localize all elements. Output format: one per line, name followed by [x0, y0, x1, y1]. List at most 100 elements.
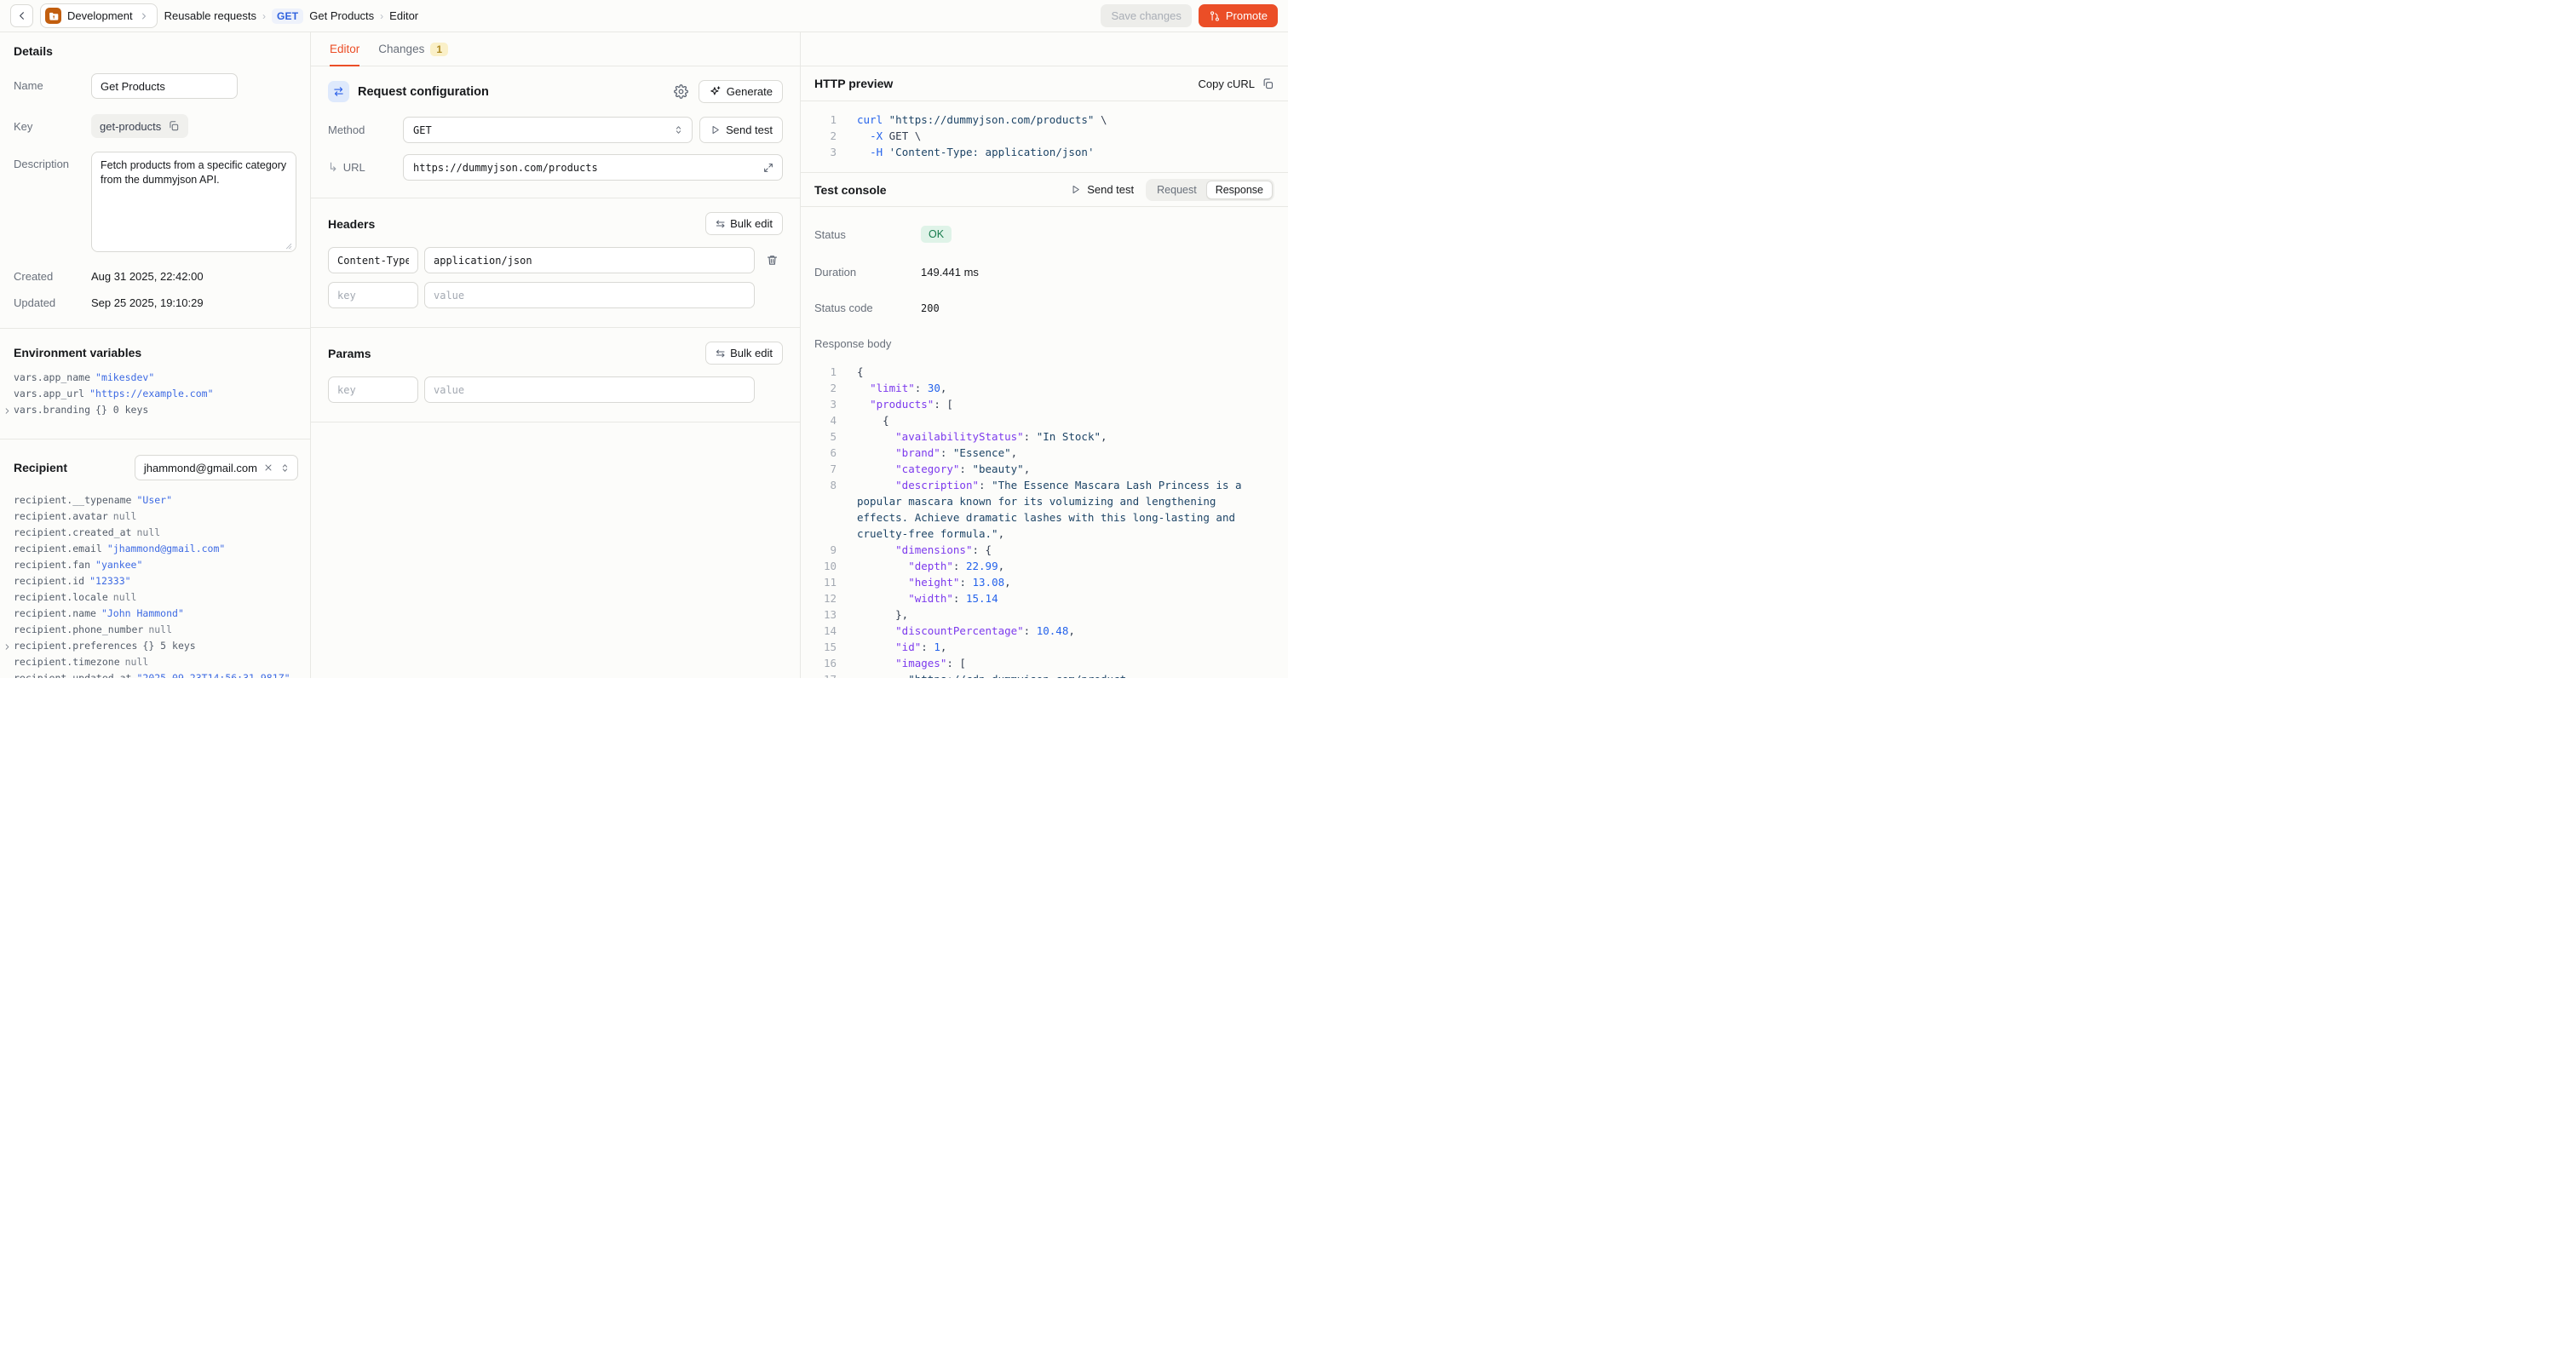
recipient-field-value: null	[148, 623, 172, 635]
status-code-value: 200	[921, 302, 940, 314]
env-var-value: "mikesdev"	[95, 371, 154, 383]
recipient-field-key: recipient.locale	[14, 591, 108, 603]
line-number: 16	[814, 655, 837, 671]
recipient-field-key: recipient.timezone	[14, 656, 120, 668]
header-value-input[interactable]	[424, 247, 755, 273]
headers-bulk-edit-button[interactable]: ⇆ Bulk edit	[705, 212, 783, 235]
tab-editor[interactable]: Editor	[330, 32, 359, 66]
top-bar-actions: Save changes Promote	[1101, 4, 1278, 27]
recipient-field-row: recipient.avatar null	[0, 510, 310, 526]
params-header: Params ⇆ Bulk edit	[328, 342, 783, 365]
params-bulk-edit-button[interactable]: ⇆ Bulk edit	[705, 342, 783, 365]
url-input[interactable]: https://dummyjson.com/products	[403, 154, 783, 181]
code-line: 5 "availabilityStatus": "In Stock",	[814, 428, 1254, 445]
generate-button[interactable]: Generate	[699, 80, 783, 103]
code-line: 12 "width": 15.14	[814, 590, 1254, 606]
project-switcher[interactable]: Development	[40, 3, 158, 28]
recipient-field-key: recipient.name	[14, 607, 96, 619]
line-number: 4	[814, 412, 837, 428]
expand-icon	[762, 162, 774, 174]
promote-button[interactable]: Promote	[1199, 4, 1278, 27]
recipient-field-value: "yankee"	[95, 559, 142, 571]
settings-button[interactable]	[674, 84, 688, 99]
main-layout: Details Name Key get-products Descriptio…	[0, 32, 1288, 678]
divider	[0, 328, 310, 329]
recipient-select[interactable]: jhammond@gmail.com	[135, 455, 298, 480]
code-line: 3 -H 'Content-Type: application/json'	[814, 144, 1254, 160]
code-line: 10 "depth": 22.99,	[814, 558, 1254, 574]
trash-icon	[766, 254, 779, 267]
copy-curl-button[interactable]: Copy cURL	[1199, 78, 1274, 90]
code-line: 4 {	[814, 412, 1254, 428]
response-tab[interactable]: Response	[1206, 181, 1273, 199]
line-number: 8	[814, 477, 837, 542]
status-badge: OK	[921, 226, 952, 243]
line-content: curl "https://dummyjson.com/products" \	[857, 112, 1254, 128]
header-row	[328, 247, 783, 273]
line-content: "category": "beauty",	[857, 461, 1254, 477]
breadcrumb-editor: Editor	[389, 9, 418, 22]
env-var-value: "https://example.com"	[89, 388, 213, 399]
updated-value: Sep 25 2025, 19:10:29	[91, 296, 204, 309]
chevron-right-icon: ›	[380, 10, 383, 22]
env-vars-title: Environment variables	[0, 346, 310, 359]
line-content: "description": "The Essence Mascara Lash…	[857, 477, 1254, 542]
top-bar: Development Reusable requests › GET Get …	[0, 0, 1288, 32]
description-wrap: Fetch products from a specific category …	[91, 152, 296, 255]
request-response-toggle: Request Response	[1146, 179, 1274, 201]
line-content: "height": 13.08,	[857, 574, 1254, 590]
recipient-field-value: "jhammond@gmail.com"	[107, 543, 225, 554]
breadcrumb-get-products[interactable]: Get Products	[309, 9, 374, 22]
breadcrumb-reusable-requests[interactable]: Reusable requests	[164, 9, 256, 22]
recipient-title: Recipient	[14, 461, 67, 474]
param-value-input[interactable]	[424, 376, 755, 403]
code-line: 15 "id": 1,	[814, 639, 1254, 655]
env-var-row: vars.app_name "mikesdev"	[0, 371, 310, 388]
delete-header-button[interactable]	[761, 254, 783, 267]
expand-chevron-icon[interactable]	[3, 642, 12, 652]
chevron-up-down-icon	[673, 124, 684, 135]
code-line: 3 "products": [	[814, 396, 1254, 412]
curl-preview-code: 1curl "https://dummyjson.com/products" \…	[801, 101, 1288, 172]
expand-url-button[interactable]	[762, 162, 774, 174]
status-code-row: Status code 200	[801, 302, 1288, 314]
expand-chevron-icon[interactable]	[3, 406, 12, 416]
header-value-input[interactable]	[424, 282, 755, 308]
code-line: 13 },	[814, 606, 1254, 623]
key-value: get-products	[100, 120, 161, 133]
chevron-left-icon	[15, 9, 28, 22]
send-test-button[interactable]: Send test	[699, 117, 783, 143]
line-number: 11	[814, 574, 837, 590]
recipient-field-value: null	[113, 510, 137, 522]
line-content: "dimensions": {	[857, 542, 1254, 558]
clear-icon[interactable]	[263, 463, 273, 473]
recipient-field-row: recipient.phone_numbernull	[0, 623, 310, 640]
recipient-field-key: recipient.fan	[14, 559, 90, 571]
line-content: {	[857, 364, 1254, 380]
env-var-key: vars.app_name	[14, 371, 90, 383]
code-line: 17 "https://cdn.dummyjson.com/product-im…	[814, 671, 1254, 678]
request-configuration-actions: Generate	[674, 80, 783, 103]
name-input[interactable]	[91, 73, 238, 99]
code-line: 11 "height": 13.08,	[814, 574, 1254, 590]
request-tab[interactable]: Request	[1147, 181, 1206, 199]
line-number: 10	[814, 558, 837, 574]
copy-key-button[interactable]	[168, 120, 180, 132]
status-code-label: Status code	[814, 302, 921, 314]
line-content: -H 'Content-Type: application/json'	[857, 144, 1254, 160]
tab-changes[interactable]: Changes 1	[378, 32, 448, 66]
console-send-test-button[interactable]: Send test	[1070, 183, 1134, 196]
code-line: 1{	[814, 364, 1254, 380]
param-key-input[interactable]	[328, 376, 418, 403]
save-changes-button[interactable]: Save changes	[1101, 4, 1191, 27]
method-select[interactable]: GET	[403, 117, 693, 143]
description-textarea[interactable]: Fetch products from a specific category …	[91, 152, 296, 252]
back-button[interactable]	[10, 4, 33, 27]
chevron-up-down-icon[interactable]	[279, 463, 290, 474]
line-content: "images": [	[857, 655, 1254, 671]
header-key-input[interactable]	[328, 282, 418, 308]
header-key-input[interactable]	[328, 247, 418, 273]
top-bar-left: Development Reusable requests › GET Get …	[10, 3, 418, 28]
changes-count-badge: 1	[430, 43, 448, 56]
recipient-field-key: recipient.avatar	[14, 510, 108, 522]
